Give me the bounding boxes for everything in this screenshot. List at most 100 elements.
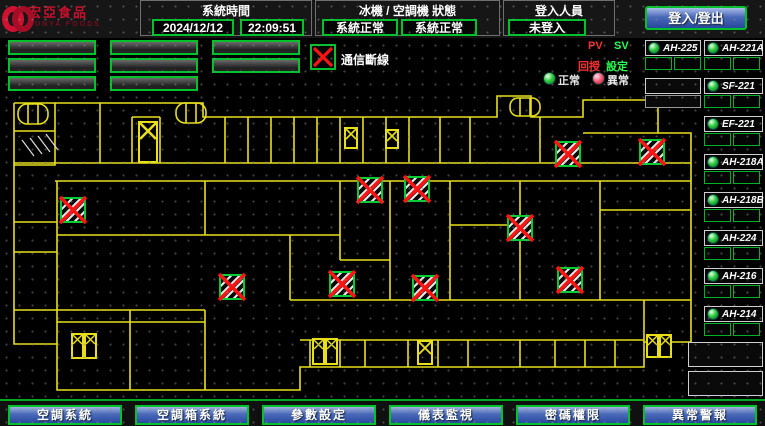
unit-pv-value-AH-221A — [704, 57, 731, 70]
unit-pv-value-AH-216 — [704, 285, 731, 298]
unit-sv-value-AH-214 — [733, 323, 760, 336]
floor-button-3E[interactable] — [212, 58, 300, 73]
unit-slot-empty — [688, 371, 763, 396]
unit-name-label: AH-216 — [722, 271, 756, 282]
system-date-value: 2024/12/12 — [152, 19, 234, 36]
login-user-value: 未登入 — [508, 19, 586, 36]
floor-button-1E[interactable] — [110, 76, 198, 91]
unit-status-led-icon — [707, 308, 719, 320]
comm-offline-icon — [310, 44, 336, 70]
unit-status-led-icon — [707, 232, 719, 244]
bottom-button-6[interactable]: 異常警報 — [643, 405, 757, 425]
equipment-offline-icon-AH-215[interactable] — [60, 197, 86, 223]
pv-legend: PV — [588, 40, 603, 52]
floor-button-3BC[interactable] — [8, 58, 96, 73]
unit-name-label: AH-221A — [722, 43, 764, 54]
stairs-icon — [176, 103, 206, 123]
equipment-offline-icon-AH-218B[interactable] — [329, 271, 355, 297]
bottom-button-4[interactable]: 儀表監視 — [389, 405, 503, 425]
logo-subtitle: HUNYA FOODS — [28, 19, 101, 31]
elevator-icon — [84, 333, 97, 359]
bottom-button-2[interactable]: 空調箱系統 — [135, 405, 249, 425]
unit-sv-value-AH-218A — [733, 171, 760, 184]
unit-status-led-icon — [707, 194, 719, 206]
bottom-button-5[interactable]: 密碼權限 — [516, 405, 630, 425]
unit-slot-empty — [645, 78, 701, 94]
elevator-icon — [312, 338, 325, 365]
unit-pv-value-AH-214 — [704, 323, 731, 336]
unit-pv-value-AH-218B — [704, 209, 731, 222]
abnormal-legend: 異常 — [607, 72, 629, 88]
equipment-offline-icon-EF-221[interactable] — [412, 275, 438, 301]
floor-button-4BC[interactable] — [110, 40, 198, 55]
equipment-offline-icon-AH-216[interactable] — [639, 139, 665, 165]
bottom-button-3[interactable]: 參數設定 — [262, 405, 376, 425]
stairs-icon — [510, 98, 540, 116]
unit-pv-value-AH-225 — [645, 57, 672, 70]
unit-sv-value-AH-225 — [674, 57, 701, 70]
unit-SF-221[interactable]: SF-221 — [704, 78, 763, 94]
escalator-hatch — [22, 134, 58, 156]
unit-pv-value-SF-221 — [704, 95, 731, 108]
elevator-icon — [659, 334, 672, 358]
unit-name-label: EF-221 — [722, 119, 755, 130]
unit-status-led-icon — [707, 42, 719, 54]
equipment-offline-icon-AH-224[interactable] — [219, 274, 245, 300]
equipment-offline-icon-SF-221[interactable] — [404, 176, 430, 202]
unit-name-label: SF-221 — [722, 81, 755, 92]
floor-button-3D[interactable] — [8, 76, 96, 91]
elevator-icon — [385, 129, 399, 149]
unit-AH-214[interactable]: AH-214 — [704, 306, 763, 322]
logo-title: 宏亞食品 — [28, 7, 101, 19]
unit-sv-value-EF-221 — [733, 133, 760, 146]
unit-EF-221[interactable]: EF-221 — [704, 116, 763, 132]
unit-AH-221A[interactable]: AH-221A — [704, 40, 763, 56]
elevator-icon — [417, 340, 433, 365]
unit-AH-218B[interactable]: AH-218B — [704, 192, 763, 208]
equipment-offline-icon-AH-221A[interactable] — [507, 215, 533, 241]
unit-sv-value-AH-216 — [733, 285, 760, 298]
unit-pv-value-AH-224 — [704, 247, 731, 260]
unit-AH-216[interactable]: AH-216 — [704, 268, 763, 284]
bottom-button-1[interactable]: 空調系統 — [8, 405, 122, 425]
company-logo: 宏亞食品 HUNYA FOODS — [2, 2, 138, 36]
logo-icon — [2, 6, 24, 32]
unit-sv-value-SF-221 — [733, 95, 760, 108]
system-clock-value: 22:09:51 — [240, 19, 304, 36]
unit-name-label: AH-214 — [722, 309, 756, 320]
elevator-icon — [646, 334, 659, 358]
login-label: 登入人員 — [504, 2, 614, 19]
unit-AH-218A[interactable]: AH-218A — [704, 154, 763, 170]
unit-sv-value-AH-224 — [733, 247, 760, 260]
elevator-icon — [71, 333, 84, 359]
equipment-offline-icon-AH-218A[interactable] — [357, 177, 383, 203]
floor-button-2E[interactable] — [212, 40, 300, 55]
unit-status-led-icon — [707, 156, 719, 168]
elevator-icon — [344, 127, 358, 149]
chiller-status-value: 系統正常 — [322, 19, 398, 36]
login-logout-button[interactable]: 登入/登出 — [645, 6, 747, 30]
normal-led-icon — [543, 72, 556, 85]
unit-AH-224[interactable]: AH-224 — [704, 230, 763, 246]
unit-status-led-icon — [648, 42, 660, 54]
floor-button-2BC[interactable] — [8, 40, 96, 55]
unit-AH-225[interactable]: AH-225 — [645, 40, 701, 56]
elevator-icon — [325, 338, 338, 365]
comm-offline-label: 通信斷線 — [341, 51, 389, 68]
unit-pv-value-EF-221 — [704, 133, 731, 146]
normal-legend: 正常 — [558, 72, 580, 88]
equipment-offline-icon-AH-225[interactable] — [557, 267, 583, 293]
stairs-icon — [18, 104, 48, 124]
bottom-menu-bar: 空調系統空調箱系統參數設定儀表監視密碼權限異常警報 — [0, 399, 765, 426]
sv-legend: SV — [614, 40, 629, 52]
ahu-status-value: 系統正常 — [401, 19, 477, 36]
unit-pv-value-AH-218A — [704, 171, 731, 184]
floor-button-5BC[interactable] — [110, 58, 198, 73]
system-time-label: 系統時間 — [141, 2, 311, 19]
header: 宏亞食品 HUNYA FOODS 系統時間 2024/12/12 22:09:5… — [0, 0, 765, 38]
unit-status-led-icon — [707, 80, 719, 92]
unit-slot-empty — [645, 95, 701, 108]
unit-slot-empty — [688, 342, 763, 367]
unit-sv-value-AH-218B — [733, 209, 760, 222]
equipment-offline-icon-AH-214[interactable] — [555, 141, 581, 167]
